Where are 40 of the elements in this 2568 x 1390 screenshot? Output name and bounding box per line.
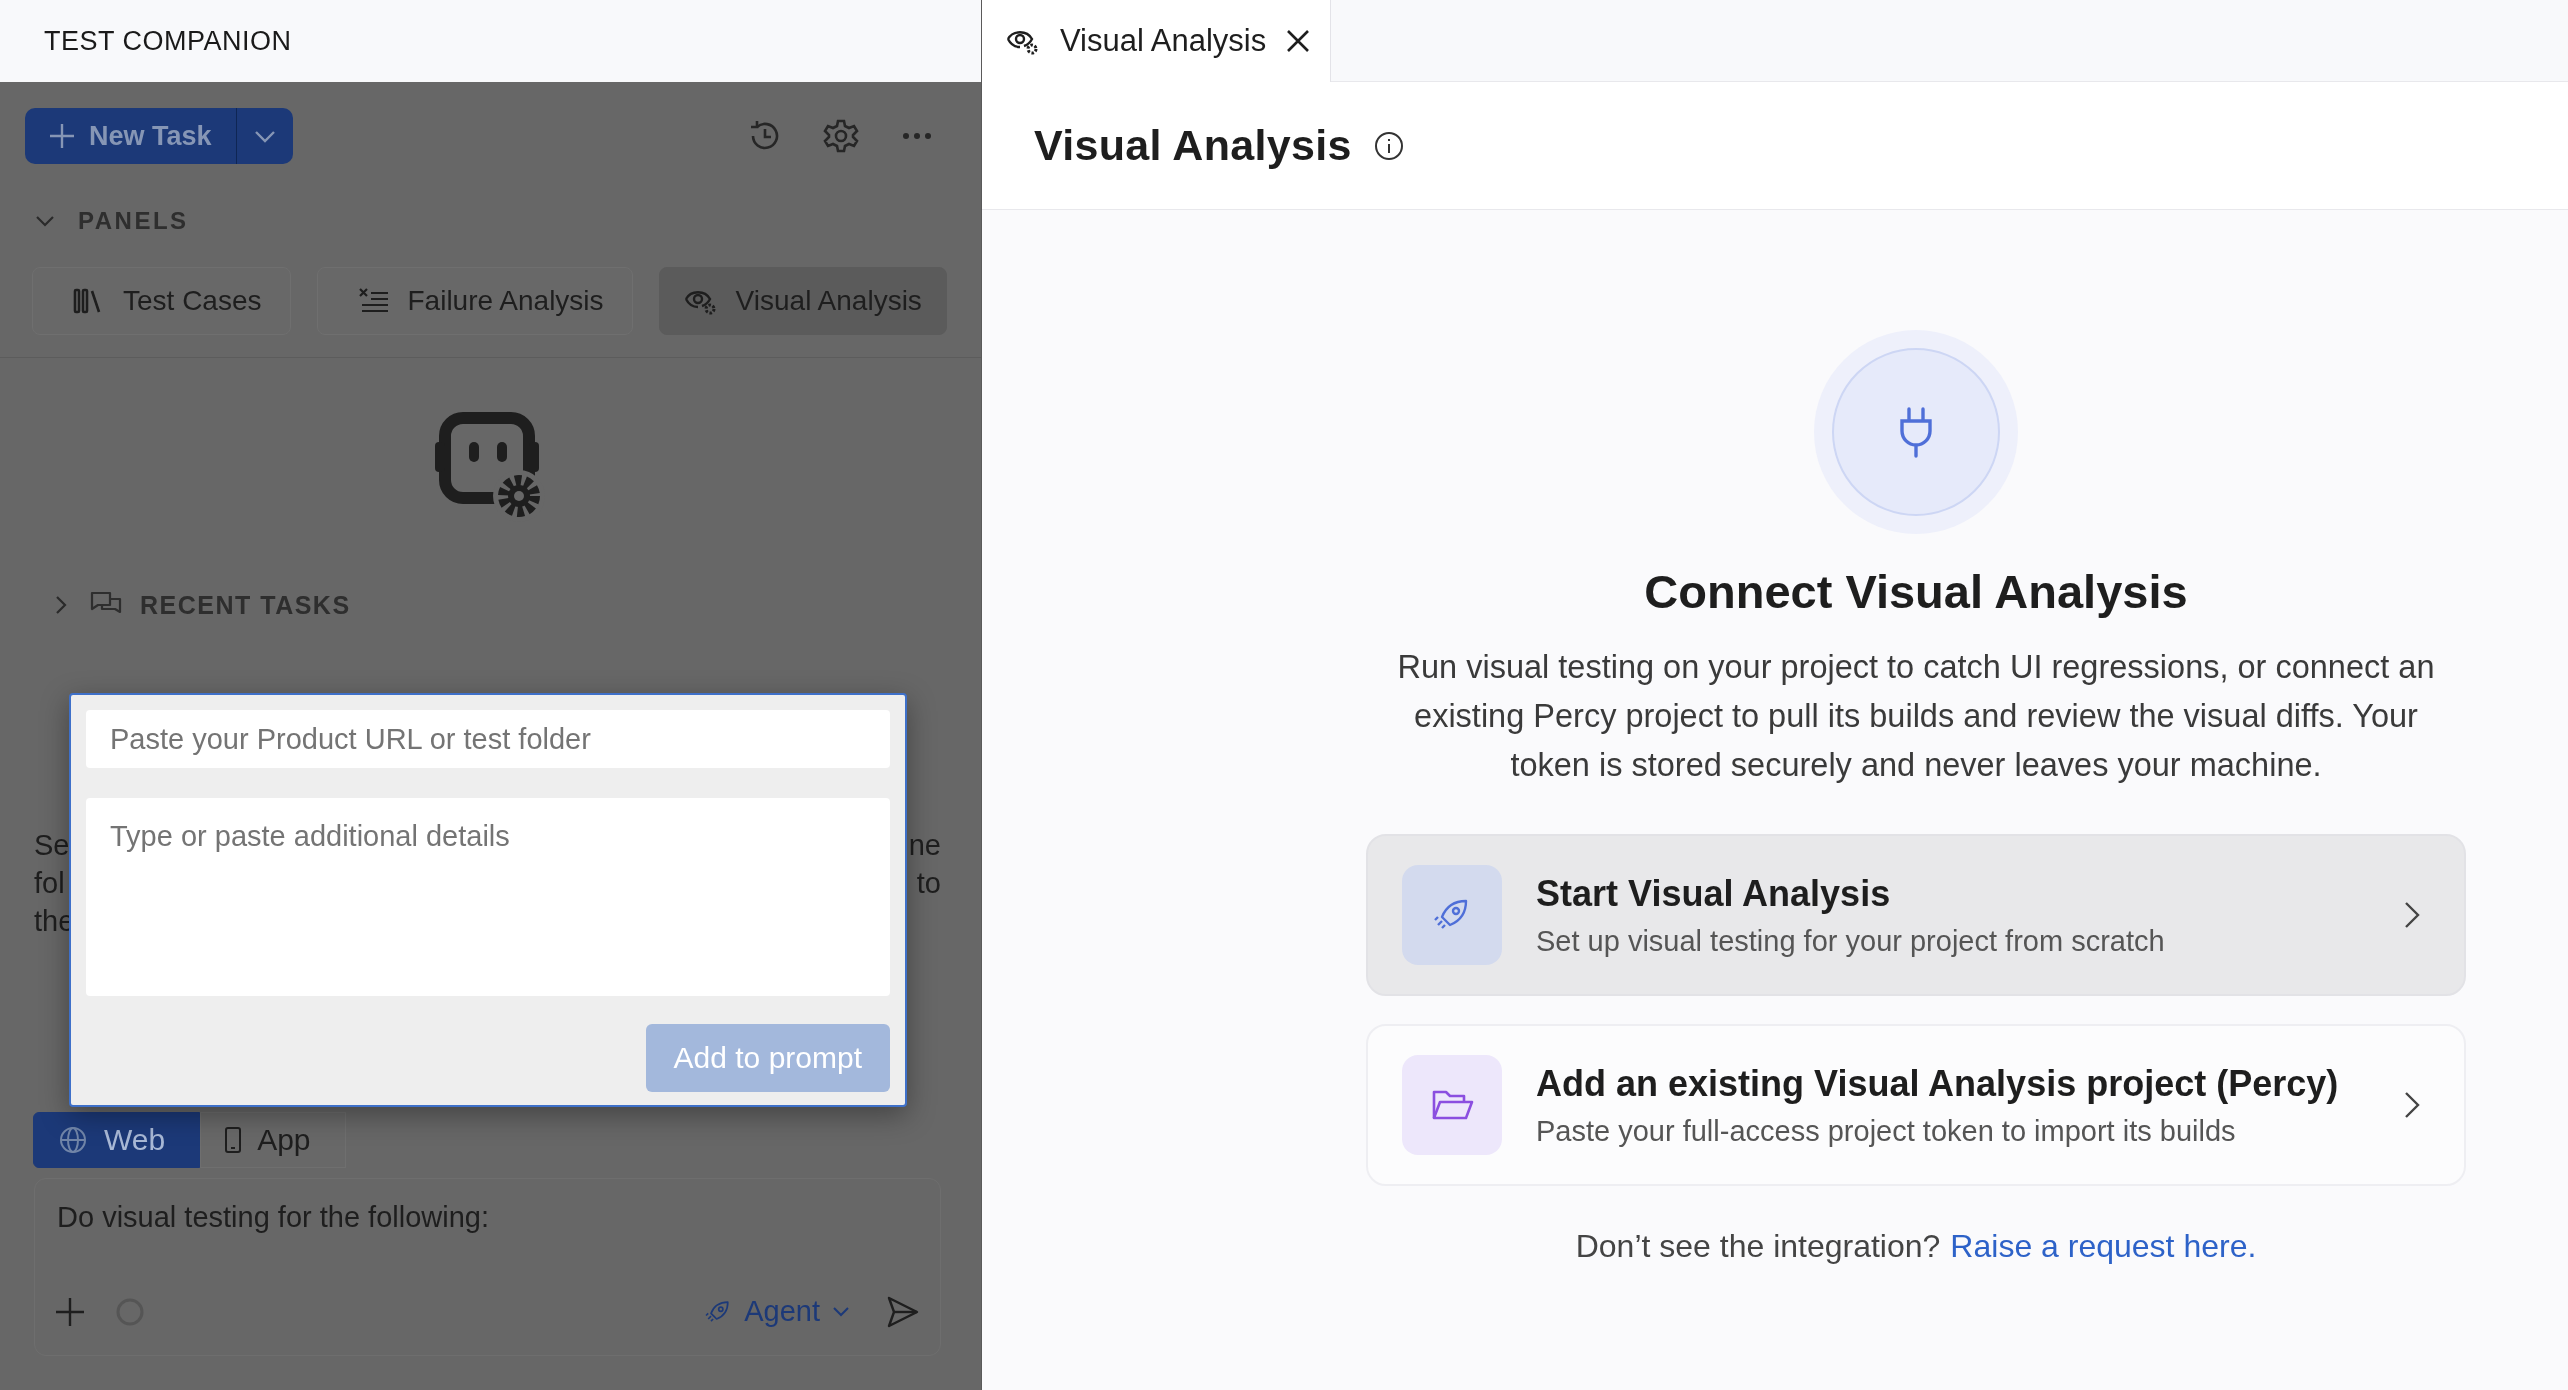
- option-card[interactable]: Add an existing Visual Analysis project (Percy) Paste your full-access project token to import its builds: [1366, 1024, 2466, 1186]
- panel-tab[interactable]: Visual Analysis: [658, 267, 947, 335]
- plus-icon: [49, 123, 75, 149]
- phone-icon: [225, 1127, 242, 1153]
- text-fragment: ne: [908, 828, 941, 863]
- section-heading: PANELS: [78, 207, 189, 235]
- text-fragment: Se: [34, 828, 70, 863]
- globe-icon: [58, 1125, 88, 1155]
- close-icon[interactable]: [1286, 29, 1311, 53]
- checklist-icon: [357, 287, 390, 315]
- prompt-text: Do visual testing for the following:: [56, 1201, 489, 1234]
- plus-icon[interactable]: [55, 1296, 85, 1327]
- chevron-down-icon: [832, 1305, 850, 1318]
- prompt-field[interactable]: Do visual testing for the following: Agent: [34, 1178, 941, 1356]
- editor-tab[interactable]: Visual Analysis: [982, 0, 1332, 82]
- agent-dropdown[interactable]: Agent: [698, 1294, 856, 1329]
- panel-tab[interactable]: Failure Analysis: [316, 267, 633, 335]
- option-subtitle: Set up visual testing for your project from scratch: [1536, 924, 2165, 958]
- section-heading: RECENT TASKS: [140, 590, 351, 620]
- send-icon[interactable]: [886, 1294, 920, 1329]
- option-title: Start Visual Analysis: [1536, 872, 1891, 915]
- details-field[interactable]: Type or paste additional details: [86, 798, 890, 996]
- option-card[interactable]: Start Visual Analysis Set up visual testing for your project from scratch: [1366, 834, 2466, 996]
- option-title: Add an existing Visual Analysis project (Percy): [1536, 1062, 2339, 1105]
- request-link[interactable]: Raise a request here.: [1950, 1228, 2257, 1265]
- text-fragment: fol: [34, 866, 65, 901]
- chevron-right-icon: [2404, 1091, 2420, 1119]
- page-title: Visual Analysis: [1034, 121, 1352, 170]
- info-icon[interactable]: [1373, 130, 1404, 161]
- chevron-right-icon: [2404, 901, 2420, 929]
- url-field[interactable]: Paste your Product URL or test folder: [86, 710, 890, 768]
- text-fragment: to: [916, 866, 941, 901]
- mode-tab[interactable]: App: [200, 1112, 346, 1168]
- panel-tab[interactable]: Test Cases: [32, 267, 291, 335]
- option-subtitle: Paste your full-access project token to import its builds: [1536, 1114, 2236, 1148]
- app-title: TEST COMPANION: [44, 25, 292, 57]
- description: Run visual testing on your project to catch UI regressions, or connect an existing Percy project to pull its builds and review the visual diffs. Your token is stored securely and never leaves your machine.: [1396, 648, 2436, 785]
- mode-tab[interactable]: Web: [33, 1112, 201, 1168]
- connect-title: Connect Visual Analysis: [1644, 564, 2188, 619]
- footer-text: Don’t see the integration?: [1575, 1228, 1941, 1265]
